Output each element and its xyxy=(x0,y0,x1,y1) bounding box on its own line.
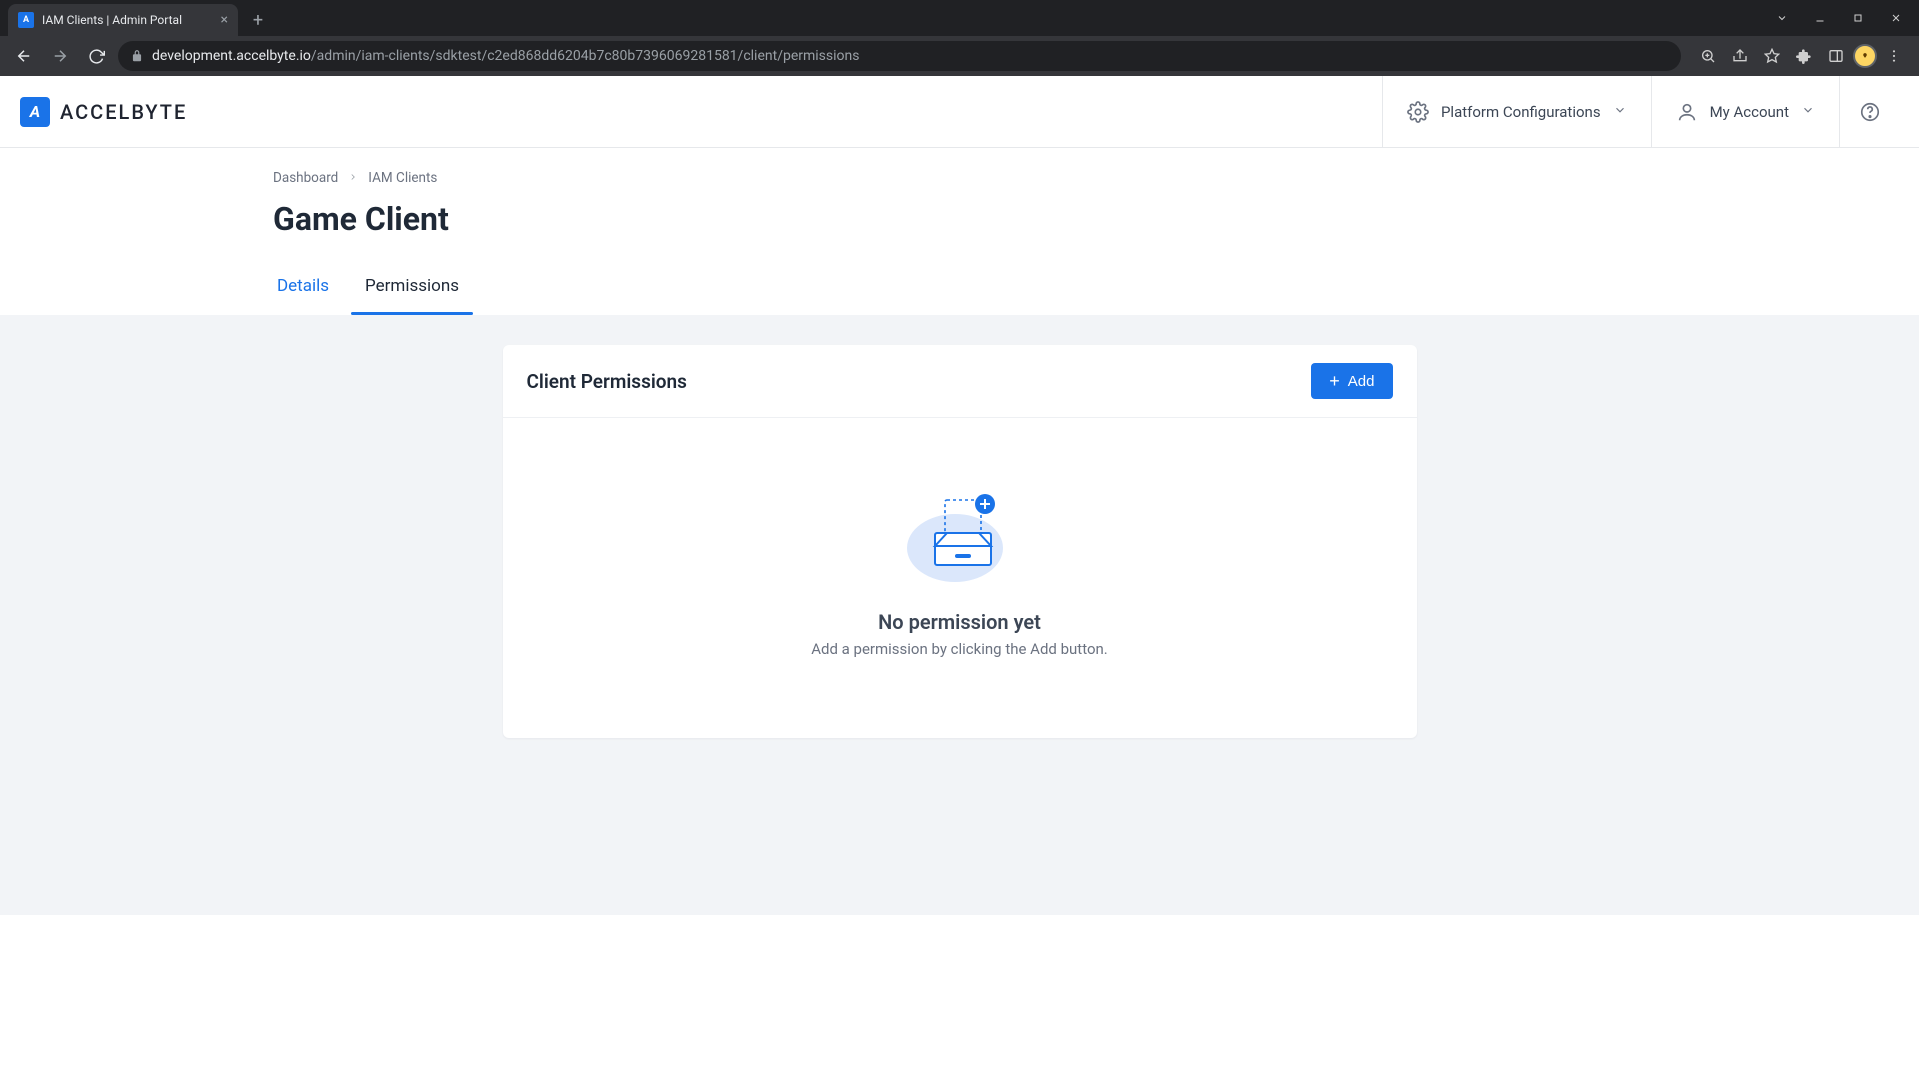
panel-area: Client Permissions + Add xyxy=(0,315,1919,915)
reload-button[interactable] xyxy=(82,42,110,70)
lock-icon xyxy=(130,49,144,63)
header-right: Platform Configurations My Account xyxy=(1382,76,1899,147)
tab-title: IAM Clients | Admin Portal xyxy=(42,13,213,27)
panel-header: Client Permissions + Add xyxy=(503,345,1417,418)
page-title: Game Client xyxy=(273,200,1187,238)
window-controls xyxy=(1765,0,1913,36)
close-window-icon[interactable] xyxy=(1879,4,1913,32)
chevron-right-icon xyxy=(348,170,358,186)
url-actions xyxy=(1693,41,1909,71)
account-menu[interactable]: My Account xyxy=(1651,76,1839,147)
account-label: My Account xyxy=(1710,103,1789,121)
bookmark-icon[interactable] xyxy=(1757,41,1787,71)
url-bar-row: development.accelbyte.io/admin/iam-clien… xyxy=(0,36,1919,76)
browser-tab[interactable]: A IAM Clients | Admin Portal × xyxy=(8,4,238,36)
url-bar[interactable]: development.accelbyte.io/admin/iam-clien… xyxy=(118,41,1681,71)
tab-search-icon[interactable] xyxy=(1765,4,1799,32)
panel-body: No permission yet Add a permission by cl… xyxy=(503,418,1417,738)
tab-strip: A IAM Clients | Admin Portal × + xyxy=(0,0,1919,36)
plus-icon: + xyxy=(1329,372,1340,390)
platform-config-menu[interactable]: Platform Configurations xyxy=(1382,76,1651,147)
tabs: Details Permissions xyxy=(273,276,1187,315)
share-icon[interactable] xyxy=(1725,41,1755,71)
page-body: Dashboard IAM Clients Game Client Detail… xyxy=(0,148,1919,1079)
favicon-icon: A xyxy=(18,12,34,28)
url-host: development.accelbyte.io xyxy=(152,48,311,64)
maximize-window-icon[interactable] xyxy=(1841,4,1875,32)
new-tab-button[interactable]: + xyxy=(244,6,272,34)
empty-state-subtitle: Add a permission by clicking the Add but… xyxy=(811,640,1108,658)
add-button-label: Add xyxy=(1348,373,1375,390)
logo-text: ACCELBYTE xyxy=(60,100,187,124)
chevron-down-icon xyxy=(1613,103,1627,121)
gear-icon xyxy=(1407,101,1429,123)
breadcrumb-item-dashboard[interactable]: Dashboard xyxy=(273,170,338,186)
zoom-icon[interactable] xyxy=(1693,41,1723,71)
permissions-panel: Client Permissions + Add xyxy=(503,345,1417,738)
browser-chrome: A IAM Clients | Admin Portal × + xyxy=(0,0,1919,76)
breadcrumb: Dashboard IAM Clients xyxy=(273,148,1187,186)
profile-avatar[interactable] xyxy=(1853,44,1877,68)
panel-title: Client Permissions xyxy=(527,370,687,393)
content-header-area: Dashboard IAM Clients Game Client Detail… xyxy=(273,148,1187,315)
forward-button[interactable] xyxy=(46,42,74,70)
kebab-menu-icon[interactable] xyxy=(1879,41,1909,71)
logo-mark-icon: A xyxy=(20,97,50,127)
close-tab-icon[interactable]: × xyxy=(221,12,228,28)
extensions-icon[interactable] xyxy=(1789,41,1819,71)
add-permission-button[interactable]: + Add xyxy=(1311,363,1392,399)
tab-permissions[interactable]: Permissions xyxy=(361,276,463,314)
side-panel-icon[interactable] xyxy=(1821,41,1851,71)
tab-details[interactable]: Details xyxy=(273,276,333,314)
back-button[interactable] xyxy=(10,42,38,70)
help-button[interactable] xyxy=(1839,76,1899,147)
user-icon xyxy=(1676,101,1698,123)
url-text: development.accelbyte.io/admin/iam-clien… xyxy=(152,48,859,64)
minimize-window-icon[interactable] xyxy=(1803,4,1837,32)
chevron-down-icon xyxy=(1801,103,1815,121)
empty-state-illustration-icon xyxy=(895,488,1025,588)
platform-config-label: Platform Configurations xyxy=(1441,103,1601,121)
logo[interactable]: A ACCELBYTE xyxy=(20,97,187,127)
page: A ACCELBYTE Platform Configurations My A… xyxy=(0,76,1919,1079)
url-path: /admin/iam-clients/sdktest/c2ed868dd6204… xyxy=(311,48,860,64)
app-header: A ACCELBYTE Platform Configurations My A… xyxy=(0,76,1919,148)
breadcrumb-item-iam-clients[interactable]: IAM Clients xyxy=(368,170,437,186)
empty-state-title: No permission yet xyxy=(878,610,1041,634)
